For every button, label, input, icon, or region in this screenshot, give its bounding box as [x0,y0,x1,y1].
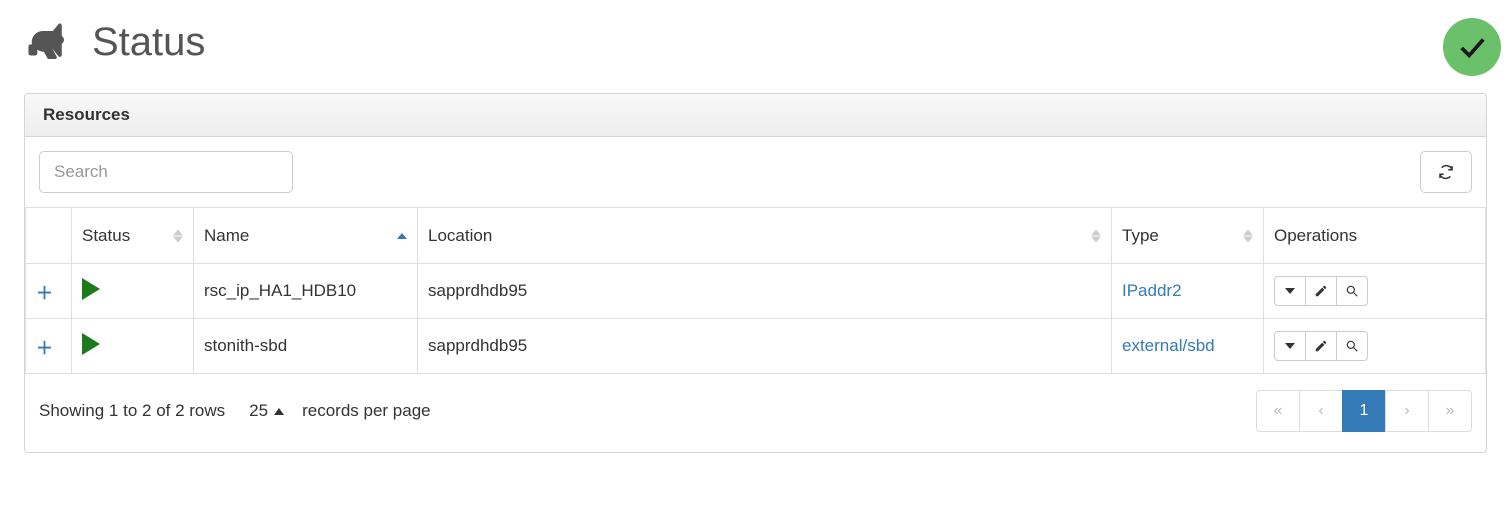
caret-down-icon [1285,288,1295,294]
sort-icon [1243,229,1253,242]
page-current[interactable]: 1 [1342,390,1386,432]
name-cell: stonith-sbd [194,319,418,374]
page-next-button[interactable]: › [1385,390,1429,432]
edit-button[interactable] [1305,276,1337,306]
panel-title: Resources [25,94,1486,137]
page-prev-button[interactable]: ‹ [1299,390,1343,432]
running-icon [82,333,100,355]
table-row: ＋ stonith-sbd sapprdhdb95 external/sbd [26,319,1486,374]
status-cell [72,264,194,319]
running-icon [82,278,100,300]
pagination: « ‹ 1 › » [1256,390,1472,432]
bullhorn-icon [24,23,64,63]
column-status[interactable]: Status [72,208,194,264]
status-cell [72,319,194,374]
row-operations [1274,276,1368,306]
pencil-icon [1314,284,1328,298]
menu-button[interactable] [1274,331,1306,361]
caret-up-icon [274,408,284,415]
expand-row-button[interactable]: ＋ [26,264,72,319]
page-title: Status [92,20,205,65]
search-icon [1345,284,1359,298]
showing-text: Showing 1 to 2 of 2 rows [39,401,225,421]
type-link[interactable]: external/sbd [1122,336,1215,355]
row-operations [1274,331,1368,361]
edit-button[interactable] [1305,331,1337,361]
page-first-button[interactable]: « [1256,390,1300,432]
caret-down-icon [1285,343,1295,349]
refresh-button[interactable] [1420,151,1472,193]
table-row: ＋ rsc_ip_HA1_HDB10 sapprdhdb95 IPaddr2 [26,264,1486,319]
checkmark-icon [1457,32,1487,62]
page-last-button[interactable]: » [1428,390,1472,432]
details-button[interactable] [1336,276,1368,306]
plus-icon: ＋ [36,339,53,358]
pencil-icon [1314,339,1328,353]
sort-icon [397,233,407,239]
resources-table: Status Name Location Type [25,207,1486,374]
search-input[interactable] [39,151,293,193]
page-size-selector[interactable]: 25 [249,401,284,421]
sort-icon [173,229,183,242]
location-cell: sapprdhdb95 [418,319,1112,374]
cluster-health-indicator [1443,18,1501,76]
details-button[interactable] [1336,331,1368,361]
resources-panel: Resources Status Name [24,93,1487,453]
plus-icon: ＋ [36,284,53,303]
sort-icon [1091,229,1101,242]
column-type[interactable]: Type [1112,208,1264,264]
records-label: records per page [302,401,431,421]
menu-button[interactable] [1274,276,1306,306]
location-cell: sapprdhdb95 [418,264,1112,319]
column-location[interactable]: Location [418,208,1112,264]
column-expand [26,208,72,264]
name-cell: rsc_ip_HA1_HDB10 [194,264,418,319]
expand-row-button[interactable]: ＋ [26,319,72,374]
refresh-icon [1437,163,1455,181]
search-icon [1345,339,1359,353]
column-name[interactable]: Name [194,208,418,264]
column-operations: Operations [1264,208,1486,264]
type-link[interactable]: IPaddr2 [1122,281,1182,300]
